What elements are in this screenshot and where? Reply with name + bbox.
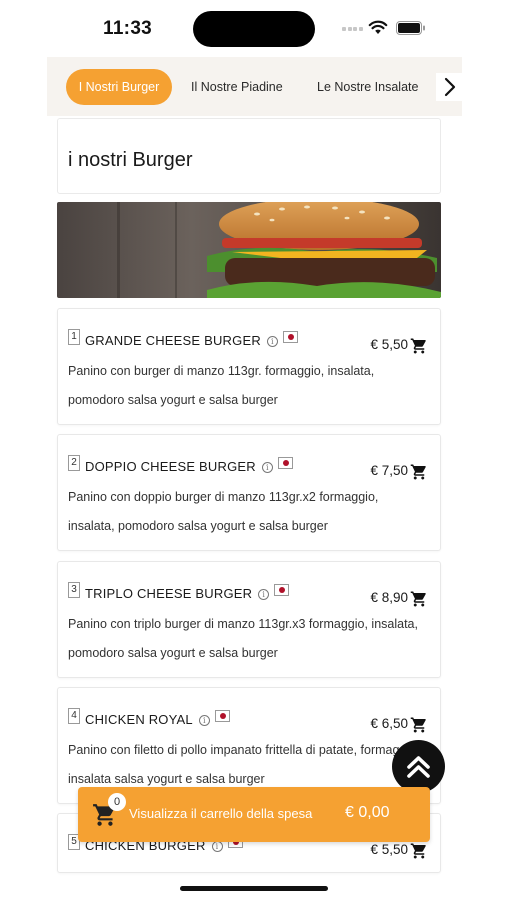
japan-flag-icon <box>214 710 230 722</box>
add-to-cart-icon[interactable] <box>410 337 428 355</box>
product-card[interactable]: 1 GRANDE CHEESE BURGER i € 5,50 Panino co… <box>57 308 441 425</box>
product-card[interactable]: 2 DOPPIO CHEESE BURGER i € 7,50 Panino co… <box>57 434 441 551</box>
tab-burger[interactable]: I Nostri Burger <box>66 69 172 105</box>
cart-count-badge: 0 <box>108 793 126 811</box>
wifi-icon <box>368 20 388 34</box>
product-name: CHICKEN ROYAL <box>85 712 193 727</box>
add-to-cart-icon[interactable] <box>410 716 428 734</box>
product-price: € 7,50 <box>370 463 408 478</box>
product-card[interactable]: 3 TRIPLO CHEESE BURGER i € 8,90 Panino co… <box>57 561 441 678</box>
add-to-cart-icon[interactable] <box>410 590 428 608</box>
home-indicator <box>180 886 328 891</box>
info-icon[interactable]: i <box>261 462 273 473</box>
cart-total: € 0,00 <box>345 804 390 821</box>
japan-flag-icon <box>282 331 298 343</box>
status-bar: 11:33 <box>0 0 507 56</box>
product-name-row: DOPPIO CHEESE BURGER i <box>85 457 293 474</box>
product-description: Panino con triplo burger di manzo 113gr.… <box>68 617 418 660</box>
info-icon[interactable]: i <box>198 715 210 726</box>
product-name: TRIPLO CHEESE BURGER <box>85 586 253 601</box>
tab-piadine[interactable]: Il Nostre Piadine <box>191 69 283 105</box>
burger-image <box>57 202 441 298</box>
product-price: € 5,50 <box>370 842 408 857</box>
product-price: € 5,50 <box>370 337 408 352</box>
product-number: 3 <box>68 582 80 598</box>
cellular-signal-icon <box>342 27 364 31</box>
cart-label: Visualizza il carrello della spesa <box>129 806 313 821</box>
product-name-row: CHICKEN ROYAL i <box>85 710 230 727</box>
section-hero-image <box>57 202 441 298</box>
japan-flag-icon <box>274 584 290 596</box>
product-number: 2 <box>68 455 80 471</box>
add-to-cart-icon[interactable] <box>410 842 428 860</box>
info-icon[interactable]: i <box>211 841 223 852</box>
section-title: i nostri Burger <box>68 149 193 171</box>
japan-flag-icon <box>277 457 293 469</box>
info-icon[interactable]: i <box>258 589 270 600</box>
product-name: DOPPIO CHEESE BURGER <box>85 459 256 474</box>
status-time: 11:33 <box>103 18 153 39</box>
dynamic-island <box>193 11 315 47</box>
product-number: 4 <box>68 708 80 724</box>
add-to-cart-icon[interactable] <box>410 463 428 481</box>
product-name: GRANDE CHEESE BURGER <box>85 333 261 348</box>
tabs-next-button[interactable] <box>436 73 462 101</box>
product-description: Panino con burger di manzo 113gr. formag… <box>68 364 375 407</box>
category-tabs: I Nostri Burger Il Nostre Piadine Le Nos… <box>47 57 462 116</box>
product-price: € 6,50 <box>370 716 408 731</box>
product-number: 1 <box>68 329 80 345</box>
section-header: i nostri Burger <box>57 118 441 194</box>
scroll-to-top-button[interactable] <box>392 740 445 793</box>
double-chevron-up-icon <box>407 756 430 778</box>
product-name-row: GRANDE CHEESE BURGER i <box>85 331 298 348</box>
chevron-right-icon <box>444 77 456 97</box>
battery-icon <box>396 21 425 35</box>
product-price: € 8,90 <box>370 590 408 605</box>
view-cart-button[interactable]: 0 Visualizza il carrello della spesa € 0… <box>78 787 430 842</box>
product-name-row: TRIPLO CHEESE BURGER i <box>85 584 290 601</box>
info-icon[interactable]: i <box>266 336 278 347</box>
tab-insalate[interactable]: Le Nostre Insalate <box>317 69 418 105</box>
product-description: Panino con doppio burger di manzo 113gr.… <box>68 490 379 533</box>
product-description: Panino con filetto di pollo impanato fri… <box>68 743 420 786</box>
